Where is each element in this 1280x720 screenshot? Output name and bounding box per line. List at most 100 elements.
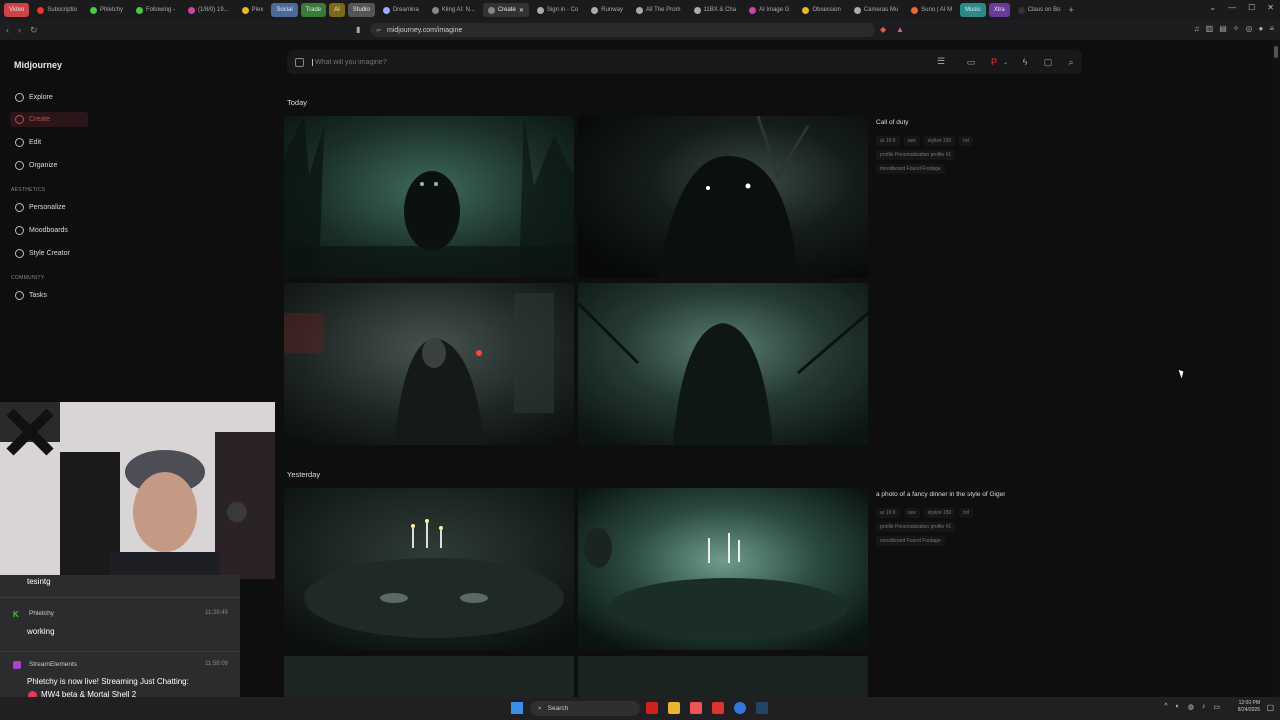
browser-tab[interactable]: Kling AI: N... — [427, 3, 480, 17]
taskbar-search[interactable]: ⌕ Search — [530, 701, 640, 716]
param-chip[interactable]: hd — [959, 508, 973, 518]
browser-tab[interactable]: AI Image G — [744, 3, 794, 17]
browser-tab[interactable]: Plex — [237, 3, 269, 17]
generated-image[interactable] — [578, 116, 868, 278]
speed-icon[interactable]: ϟ — [1019, 56, 1031, 68]
tab-close-icon[interactable]: ✕ — [519, 7, 524, 14]
sidebar-item-explore[interactable]: Explore — [10, 90, 88, 105]
folder-icon[interactable]: ▭ — [965, 56, 977, 68]
browser-tab[interactable]: Dreamina — [378, 3, 424, 17]
sidebar-item-tasks[interactable]: Tasks — [10, 288, 88, 303]
param-chip[interactable]: moodboard Found Footage — [876, 536, 945, 546]
tab-search-icon[interactable]: ⌄ — [1209, 3, 1216, 12]
page-scrollbar[interactable] — [1272, 40, 1280, 697]
sidebar-item-organize[interactable]: Organize — [10, 158, 88, 173]
maximize-icon[interactable]: ☐ — [1248, 3, 1255, 12]
browser-tab[interactable]: Studio — [347, 3, 375, 17]
app-icon-5[interactable] — [734, 702, 746, 714]
prompt-input[interactable] — [312, 58, 912, 66]
back-icon[interactable]: ‹ — [6, 25, 9, 36]
app-icon-4[interactable] — [712, 702, 724, 714]
menu-icon[interactable]: ≡ — [1269, 24, 1274, 33]
param-chip[interactable]: ar 16:9 — [876, 136, 900, 146]
battery-icon[interactable]: ▭ — [1213, 703, 1220, 711]
browser-tab[interactable]: Cameras Mu — [849, 3, 903, 17]
brave-browser-icon[interactable] — [690, 702, 702, 714]
scrollbar-thumb[interactable] — [1274, 46, 1278, 58]
param-chip[interactable]: stylize 150 — [923, 508, 956, 518]
browser-tab[interactable]: Obsession — [797, 3, 845, 17]
browser-tab[interactable]: Xtra — [988, 3, 1010, 17]
param-chip[interactable]: raw — [903, 508, 920, 518]
param-chip[interactable]: raw — [903, 136, 920, 146]
param-chip[interactable]: ar 16:9 — [876, 508, 900, 518]
browser-tab[interactable]: (1/8/0) 19... — [183, 3, 234, 17]
sidebar-item-moodboards[interactable]: Moodboards — [10, 223, 88, 238]
reload-icon[interactable]: ↻ — [30, 25, 38, 36]
browser-tab[interactable]: Trade — [300, 3, 327, 17]
media-icon[interactable]: ♫ — [1194, 24, 1200, 33]
browser-tab[interactable]: Video — [4, 3, 30, 17]
generated-image[interactable] — [284, 283, 574, 445]
forward-icon[interactable]: › — [18, 25, 21, 36]
generated-image[interactable] — [578, 283, 868, 445]
url-field[interactable]: ⇌ midjourney.com/imagine — [370, 23, 875, 37]
steam-icon[interactable] — [756, 702, 768, 714]
browser-tab[interactable]: Sign in - Co — [532, 3, 583, 17]
tray-icon-a[interactable]: ◐ — [1176, 703, 1180, 711]
browser-tab[interactable]: AI — [329, 3, 345, 17]
generated-image[interactable] — [578, 656, 868, 697]
app-icon-1[interactable] — [646, 702, 658, 714]
sidebar-item-edit[interactable]: Edit — [10, 135, 88, 150]
generated-image[interactable] — [284, 656, 574, 697]
sidebar-item-style-creator[interactable]: Style Creator — [10, 246, 88, 261]
param-chip[interactable]: moodboard Found Footage — [876, 164, 945, 174]
tray-chevron-icon[interactable]: ^ — [1164, 703, 1167, 711]
personalize-toggle-icon[interactable]: P — [988, 56, 1000, 68]
browser-tab[interactable]: Runway — [586, 3, 628, 17]
brave-shield-icon[interactable]: ◆ — [880, 25, 886, 34]
clock[interactable]: 12:00 PM 8/24/2026 — [1238, 700, 1260, 714]
site-info-icon[interactable]: ⇌ — [376, 27, 381, 34]
browser-tab[interactable]: Claus on Bo — [1013, 3, 1066, 17]
settings-sliders-icon[interactable]: ☰ — [937, 56, 945, 67]
file-explorer-icon[interactable] — [668, 702, 680, 714]
sidebar-item-create[interactable]: Create — [10, 112, 88, 127]
param-chip[interactable]: profile Personalization profile #1 — [876, 522, 956, 532]
volume-icon[interactable]: ♪ — [1202, 703, 1206, 711]
param-chip[interactable]: profile Personalization profile #1 — [876, 150, 956, 160]
generated-image[interactable] — [578, 488, 868, 650]
bookmark-icon[interactable]: ▮ — [356, 25, 360, 34]
chevron-down-icon[interactable]: ⌄ — [1003, 59, 1008, 66]
browser-tab[interactable]: All The Prom — [631, 3, 686, 17]
extensions-icon[interactable]: ✧ — [1233, 24, 1240, 33]
new-tab-icon[interactable]: + — [1068, 5, 1073, 15]
browser-tab[interactable]: Social — [271, 3, 298, 17]
job-prompt-text[interactable]: a photo of a fancy dinner in the style o… — [876, 491, 1005, 498]
notification-icon[interactable]: ▢ — [1266, 703, 1274, 712]
close-icon[interactable]: ✕ — [1267, 3, 1274, 12]
sidebar-item-personalize[interactable]: Personalize — [10, 200, 88, 215]
browser-tab[interactable]: Music — [960, 3, 986, 17]
profile-icon[interactable]: ● — [1258, 24, 1263, 33]
image-prompt-icon[interactable] — [295, 57, 304, 67]
vpn-icon[interactable]: ◎ — [1246, 24, 1253, 33]
view-icon[interactable]: ▢ — [1042, 56, 1054, 68]
wallet-icon[interactable]: ▤ — [1219, 24, 1227, 33]
browser-tab[interactable]: Phletchy — [85, 3, 128, 17]
browser-tab[interactable]: Suno | AI M — [906, 3, 957, 17]
param-chip[interactable]: hd — [959, 136, 973, 146]
brand-logo[interactable]: Midjourney — [14, 60, 62, 70]
network-icon[interactable]: ◍ — [1188, 703, 1194, 711]
browser-tab[interactable]: 11BX & Cha — [689, 3, 742, 17]
generated-image[interactable] — [284, 116, 574, 278]
generated-image[interactable] — [284, 488, 574, 650]
param-chip[interactable]: stylize 150 — [923, 136, 956, 146]
browser-tab[interactable]: Following - — [131, 3, 180, 17]
windows-start-icon[interactable] — [511, 702, 523, 714]
rewards-icon[interactable]: ▲ — [896, 25, 904, 34]
sidebar-toggle-icon[interactable]: ▥ — [1206, 24, 1214, 33]
browser-tab[interactable]: Subscriptio — [32, 3, 82, 17]
browser-tab[interactable]: Create ✕ — [482, 3, 529, 17]
job-prompt-text[interactable]: Call of duty — [876, 119, 909, 126]
